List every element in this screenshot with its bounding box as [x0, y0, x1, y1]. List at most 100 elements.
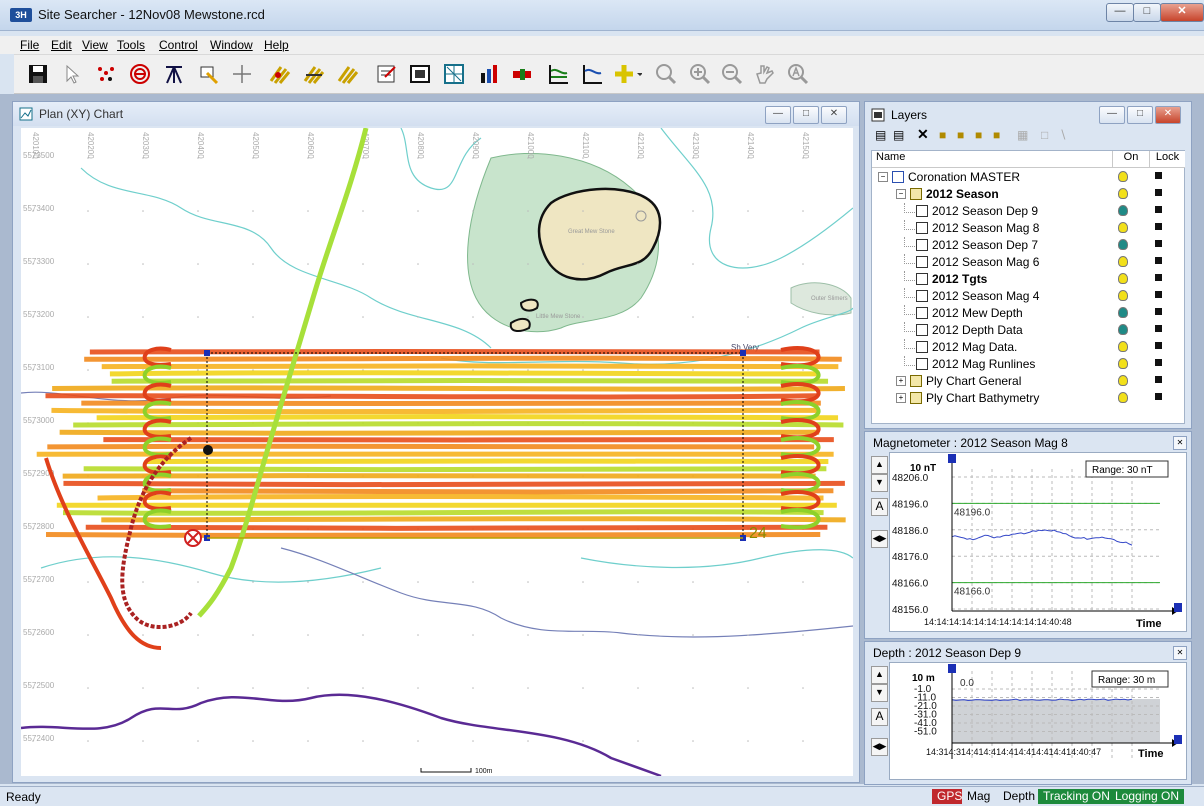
visibility-bulb-icon[interactable]: [1118, 341, 1128, 352]
expand-icon[interactable]: −: [896, 189, 906, 199]
visibility-bulb-icon[interactable]: [1118, 256, 1128, 267]
zoom-in-button[interactable]: [686, 60, 714, 88]
lines-c-button[interactable]: [334, 60, 362, 88]
layer-row[interactable]: 2012 Season Mag 6: [872, 254, 1184, 271]
layer-row[interactable]: 2012 Depth Data: [872, 322, 1184, 339]
profile-b-button[interactable]: [578, 60, 606, 88]
pan-button[interactable]: [750, 60, 778, 88]
tool-icon[interactable]: ∖: [1059, 128, 1067, 142]
plan-maximize-button[interactable]: □: [793, 106, 819, 124]
menu-edit[interactable]: Edit: [51, 38, 72, 52]
lock-icon[interactable]: [1155, 376, 1162, 383]
lock-icon[interactable]: [1155, 325, 1162, 332]
menu-file[interactable]: File: [20, 38, 39, 52]
delete-layer-icon[interactable]: ✕: [917, 126, 929, 143]
scroll-down-button[interactable]: ▼: [871, 684, 888, 702]
lock-icon[interactable]: [1155, 206, 1162, 213]
plan-chart-svg[interactable]: Great Mew Stone Little Mew Stone Outer S…: [21, 128, 853, 776]
layer-row[interactable]: 2012 Mag Data.: [872, 339, 1184, 356]
visibility-bulb-icon[interactable]: [1118, 222, 1128, 233]
move-up-icon[interactable]: ■: [939, 128, 946, 142]
depth-close-button[interactable]: ✕: [1173, 646, 1187, 660]
move-down-icon[interactable]: ■: [957, 128, 964, 142]
lock-icon[interactable]: [1155, 223, 1162, 230]
move-bottom-icon[interactable]: ■: [993, 128, 1000, 142]
visibility-bulb-icon[interactable]: [1118, 239, 1128, 250]
close-button[interactable]: ✕: [1160, 3, 1204, 22]
layer-edit-button[interactable]: [194, 60, 222, 88]
plan-minimize-button[interactable]: —: [765, 106, 791, 124]
menu-help[interactable]: Help: [264, 38, 289, 52]
target-marker[interactable]: [203, 445, 213, 455]
expand-icon[interactable]: −: [878, 172, 888, 182]
auto-scale-button[interactable]: A: [871, 708, 888, 726]
lock-icon[interactable]: [1155, 172, 1162, 179]
minimize-button[interactable]: —: [1106, 3, 1134, 22]
save-button[interactable]: [24, 60, 52, 88]
layers-minimize-button[interactable]: —: [1099, 106, 1125, 124]
crosshair-button[interactable]: [228, 60, 256, 88]
scroll-up-button[interactable]: ▲: [871, 666, 888, 684]
layer-row[interactable]: 2012 Season Dep 9: [872, 203, 1184, 220]
move-top-icon[interactable]: ■: [975, 128, 982, 142]
visibility-bulb-icon[interactable]: [1118, 188, 1128, 199]
column-lock[interactable]: Lock: [1149, 151, 1185, 168]
layer-row[interactable]: +Ply Chart General: [872, 373, 1184, 390]
tripod-button[interactable]: [160, 60, 188, 88]
layer-row[interactable]: 2012 Season Mag 4: [872, 288, 1184, 305]
lock-icon[interactable]: [1155, 393, 1162, 400]
plan-chart-titlebar[interactable]: Plan (XY) Chart — □ ✕: [13, 102, 859, 126]
layer-row[interactable]: 2012 Tgts: [872, 271, 1184, 288]
pointer-button[interactable]: [58, 60, 86, 88]
visibility-bulb-icon[interactable]: [1118, 290, 1128, 301]
visibility-bulb-icon[interactable]: [1118, 375, 1128, 386]
lock-icon[interactable]: [1155, 291, 1162, 298]
lock-icon[interactable]: [1155, 342, 1162, 349]
target-button[interactable]: [126, 60, 154, 88]
plan-close-button[interactable]: ✕: [821, 106, 847, 124]
visibility-bulb-icon[interactable]: [1118, 273, 1128, 284]
lock-icon[interactable]: [1155, 240, 1162, 247]
visibility-bulb-icon[interactable]: [1118, 324, 1128, 335]
layer-row[interactable]: −2012 Season: [872, 186, 1184, 203]
add-button[interactable]: [614, 60, 642, 88]
new-layer-icon[interactable]: ▤: [875, 128, 886, 142]
column-on[interactable]: On: [1112, 151, 1149, 168]
lock-icon[interactable]: [1155, 257, 1162, 264]
layer-row[interactable]: 2012 Mew Depth: [872, 305, 1184, 322]
lock-icon[interactable]: [1155, 274, 1162, 281]
zoom-reset-button[interactable]: [784, 60, 812, 88]
visibility-bulb-icon[interactable]: [1118, 307, 1128, 318]
auto-scale-button[interactable]: A: [871, 498, 888, 516]
maximize-button[interactable]: □: [1133, 3, 1161, 22]
depth-plot[interactable]: -1.0-11.0-21.0-31.0-41.0-51.00.010 mRang…: [889, 662, 1187, 780]
layer-row[interactable]: +Ply Chart Bathymetry: [872, 390, 1184, 407]
scroll-up-button[interactable]: ▲: [871, 456, 888, 474]
layers-close-button[interactable]: ✕: [1155, 106, 1181, 124]
layer-row[interactable]: 2012 Mag Runlines: [872, 356, 1184, 373]
plan-chart-canvas[interactable]: Great Mew Stone Little Mew Stone Outer S…: [21, 128, 853, 776]
column-name[interactable]: Name: [872, 151, 1112, 168]
lock-icon[interactable]: [1155, 189, 1162, 196]
magnetometer-plot[interactable]: 48206.048196.048186.048176.048166.048156…: [889, 452, 1187, 632]
profile-a-button[interactable]: [544, 60, 572, 88]
battery-button[interactable]: [508, 60, 536, 88]
time-scroll-button[interactable]: ◀▶: [871, 530, 888, 548]
expand-icon[interactable]: +: [896, 376, 906, 386]
properties-button[interactable]: [372, 60, 400, 88]
layers-maximize-button[interactable]: □: [1127, 106, 1153, 124]
magnetometer-close-button[interactable]: ✕: [1173, 436, 1187, 450]
menu-control[interactable]: Control: [159, 38, 198, 52]
scroll-down-button[interactable]: ▼: [871, 474, 888, 492]
bar-chart-button[interactable]: [474, 60, 502, 88]
points-button[interactable]: [92, 60, 120, 88]
lines-a-button[interactable]: [266, 60, 294, 88]
lines-b-button[interactable]: [300, 60, 328, 88]
menu-view[interactable]: View: [82, 38, 108, 52]
visibility-bulb-icon[interactable]: [1118, 392, 1128, 403]
layer-row[interactable]: −Coronation MASTER: [872, 169, 1184, 186]
visibility-bulb-icon[interactable]: [1118, 358, 1128, 369]
grid-button[interactable]: [440, 60, 468, 88]
visibility-bulb-icon[interactable]: [1118, 171, 1128, 182]
expand-icon[interactable]: +: [896, 393, 906, 403]
